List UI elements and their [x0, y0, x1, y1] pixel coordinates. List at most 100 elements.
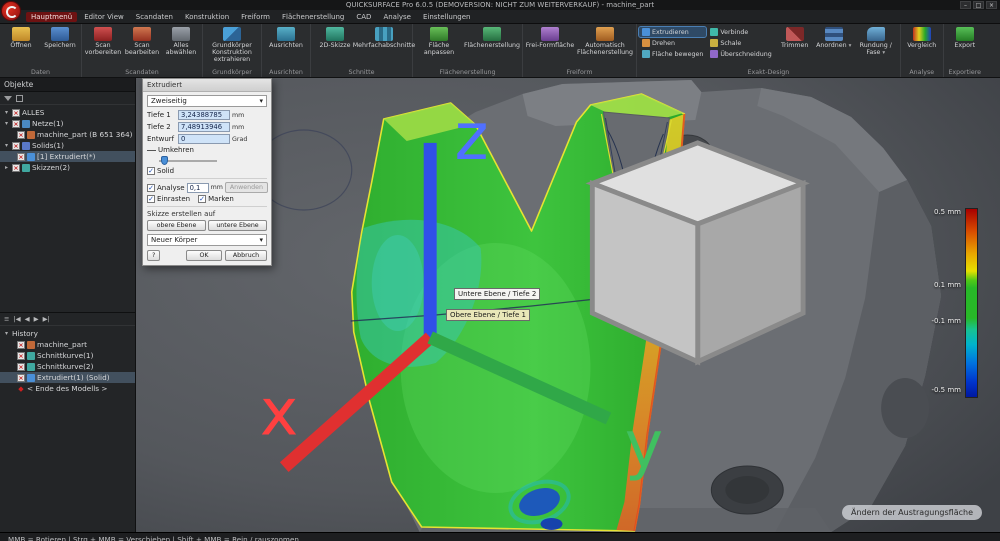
join-button[interactable]: Verbinde: [707, 27, 774, 37]
visibility-checkbox[interactable]: ×: [17, 352, 25, 360]
visibility-checkbox[interactable]: ×: [12, 109, 20, 117]
open-button[interactable]: Öffnen: [2, 25, 40, 68]
visibility-checkbox[interactable]: ×: [12, 120, 20, 128]
entwurf-input[interactable]: [178, 134, 230, 144]
save-button[interactable]: Speichern: [41, 25, 79, 68]
menu-editor-view[interactable]: Editor View: [79, 12, 129, 22]
body-mode-dropdown[interactable]: Neuer Körper ▾: [147, 234, 267, 246]
lower-plane-button[interactable]: untere Ebene: [208, 220, 267, 231]
analyse-checkbox[interactable]: ✓: [147, 184, 155, 192]
menu-hauptmenu[interactable]: Hauptmenü: [26, 12, 77, 22]
expander-icon[interactable]: ▾: [3, 142, 10, 149]
step-first-icon[interactable]: |◀: [13, 316, 20, 323]
list-icon[interactable]: ≡: [4, 316, 9, 323]
auto-surface-button[interactable]: Automatisch Flächenerstellung: [576, 25, 634, 68]
history-item-machine-part[interactable]: × machine_part: [0, 339, 135, 350]
ribbon: Öffnen Speichern Daten Scan vorbereiten …: [0, 24, 1000, 78]
dialog-title[interactable]: Extrudiert: [143, 79, 271, 92]
multi-sections-button[interactable]: Mehrfachabschnitte: [358, 25, 410, 68]
sketch-icon: [22, 164, 30, 172]
fillet-chamfer-button[interactable]: Rundung / Fase ▾: [854, 25, 898, 68]
shell-icon: [710, 39, 718, 47]
trim-button[interactable]: Trimmen: [776, 25, 814, 68]
solid-checkbox[interactable]: ✓: [147, 167, 155, 175]
pattern-button[interactable]: Anordnen ▾: [815, 25, 853, 68]
help-button[interactable]: ?: [147, 250, 160, 261]
umkehren-label[interactable]: Umkehren: [158, 146, 194, 154]
intersect-button[interactable]: Überschneidung: [707, 49, 774, 59]
menu-analyse[interactable]: Analyse: [378, 12, 416, 22]
deselect-all-button[interactable]: Alles abwählen: [162, 25, 200, 68]
expander-icon[interactable]: ▾: [3, 109, 10, 116]
step-last-icon[interactable]: ▶|: [43, 316, 50, 323]
expander-icon[interactable]: ▸: [3, 164, 10, 171]
fit-surface-button[interactable]: Fläche anpassen: [415, 25, 463, 68]
expander-icon[interactable]: ▾: [3, 330, 10, 337]
step-forward-icon[interactable]: ▶: [34, 316, 39, 323]
upper-plane-button[interactable]: obere Ebene: [147, 220, 206, 231]
history-item-schnittkurve1[interactable]: × Schnittkurve(1): [0, 350, 135, 361]
history-item-extrudiert[interactable]: × Extrudiert(1) (Solid): [0, 372, 135, 383]
menu-einstellungen[interactable]: Einstellungen: [418, 12, 475, 22]
menu-cad[interactable]: CAD: [351, 12, 376, 22]
compare-button[interactable]: Vergleich: [903, 25, 941, 68]
scan-edit-button[interactable]: Scan bearbeiten: [123, 25, 161, 68]
mode-dropdown[interactable]: Zweiseitig ▾: [147, 95, 267, 107]
cancel-button[interactable]: Abbruch: [225, 250, 267, 261]
ribbon-group-analyse: Vergleich Analyse: [901, 24, 944, 77]
export-button[interactable]: Export: [946, 25, 984, 68]
tree-item-extrudiert[interactable]: × [1] Extrudiert(*): [0, 151, 135, 162]
ribbon-group-label: Grundkörper: [205, 68, 259, 77]
tiefe2-input[interactable]: [178, 122, 230, 132]
view-cube[interactable]: [592, 143, 803, 362]
ok-button[interactable]: OK: [186, 250, 222, 261]
tree-item-skizzen[interactable]: ▸ × Skizzen(2): [0, 162, 135, 173]
analyse-tolerance-input[interactable]: [187, 183, 209, 193]
marks-checkbox[interactable]: ✓: [198, 195, 206, 203]
revolve-button[interactable]: Drehen: [639, 38, 706, 48]
visibility-checkbox[interactable]: ×: [17, 341, 25, 349]
freeform-surface-button[interactable]: Frei-Formfläche: [525, 25, 575, 68]
tree-item-machine-part[interactable]: × machine_part (B 651 364): [0, 129, 135, 140]
surface-create-button[interactable]: Flächenerstellung: [464, 25, 520, 68]
visibility-checkbox[interactable]: ×: [17, 374, 25, 382]
shell-button[interactable]: Schale: [707, 38, 774, 48]
visibility-checkbox[interactable]: ×: [12, 164, 20, 172]
slider-thumb[interactable]: [161, 156, 168, 165]
visibility-checkbox[interactable]: ×: [17, 131, 25, 139]
intersect-icon: [710, 50, 718, 58]
filter-icon[interactable]: [4, 96, 12, 101]
extrude-button[interactable]: Extrudieren: [639, 27, 706, 37]
menu-flaechenerstellung[interactable]: Flächenerstellung: [277, 12, 349, 22]
maximize-button[interactable]: □: [973, 1, 984, 9]
visibility-checkbox[interactable]: ×: [12, 142, 20, 150]
history-item-ende[interactable]: ◆ < Ende des Modells >: [0, 383, 135, 394]
primitive-extract-button[interactable]: Grundkörper Konstruktion extrahieren: [205, 25, 259, 68]
menu-konstruktion[interactable]: Konstruktion: [180, 12, 234, 22]
scan-prepare-button[interactable]: Scan vorbereiten: [84, 25, 122, 68]
step-back-icon[interactable]: ◀: [25, 316, 30, 323]
align-button[interactable]: Ausrichten: [264, 25, 308, 68]
display-mode-icon[interactable]: [16, 95, 23, 102]
close-button[interactable]: ×: [986, 1, 997, 9]
ribbon-group-label: Ausrichten: [264, 68, 308, 77]
minimize-button[interactable]: –: [960, 1, 971, 9]
tiefe1-input[interactable]: [178, 110, 230, 120]
tree-item-alles[interactable]: ▾ × ALLES: [0, 107, 135, 118]
history-root[interactable]: ▾ History: [0, 328, 135, 339]
expander-icon[interactable]: ▾: [3, 120, 10, 127]
apply-button[interactable]: Anwenden: [225, 182, 268, 193]
depth-slider[interactable]: [159, 156, 217, 165]
tree-item-netze[interactable]: ▾ × Netze(1): [0, 118, 135, 129]
snap-checkbox[interactable]: ✓: [147, 195, 155, 203]
tree-item-solids[interactable]: ▾ × Solids(1): [0, 140, 135, 151]
sketch-2d-button[interactable]: 2D-Skizze: [313, 25, 357, 68]
visibility-checkbox[interactable]: ×: [17, 153, 25, 161]
menu-scandaten[interactable]: Scandaten: [131, 12, 178, 22]
objects-tree: ▾ × ALLES ▾ × Netze(1) × machine_: [0, 105, 135, 175]
move-face-button[interactable]: Fläche bewegen: [639, 49, 706, 59]
menu-freiform[interactable]: Freiform: [236, 12, 275, 22]
history-item-schnittkurve2[interactable]: × Schnittkurve(2): [0, 361, 135, 372]
visibility-checkbox[interactable]: ×: [17, 363, 25, 371]
section-curve-icon: [27, 363, 35, 371]
